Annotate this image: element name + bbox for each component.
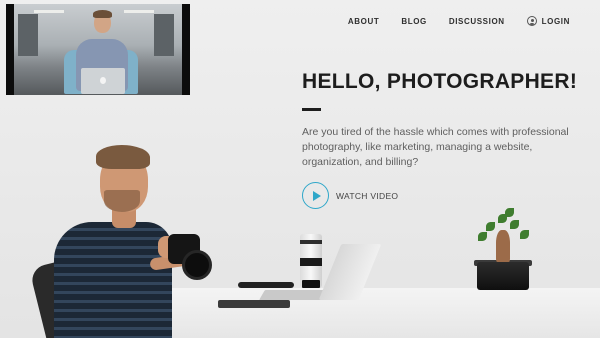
lens-ring xyxy=(300,258,322,266)
nav-blog[interactable]: BLOG xyxy=(401,17,427,26)
hero-section: HELLO, PHOTOGRAPHER! Are you tired of th… xyxy=(302,70,592,209)
ceiling-light xyxy=(34,10,64,13)
leaf xyxy=(505,208,514,217)
lens-cap xyxy=(302,280,320,288)
smartphone xyxy=(218,300,290,308)
leaf xyxy=(510,220,519,229)
ceiling-light xyxy=(124,10,154,13)
video-scene xyxy=(14,4,182,95)
watch-video-label: WATCH VIDEO xyxy=(336,190,399,201)
office-window xyxy=(154,14,174,56)
video-thumbnail[interactable] xyxy=(6,4,190,95)
hero-description: Are you tired of the hassle which comes … xyxy=(302,126,569,168)
leaf xyxy=(478,232,487,241)
bonsai-trunk xyxy=(496,230,510,262)
nav-about[interactable]: ABOUT xyxy=(348,17,379,26)
video-person-hair xyxy=(93,10,112,18)
login-label: LOGIN xyxy=(541,16,570,26)
camera-lens xyxy=(182,250,212,280)
user-icon xyxy=(526,16,537,26)
office-window xyxy=(18,14,38,56)
nav-discussion[interactable]: DISCUSSION xyxy=(449,17,505,26)
watch-video-button[interactable]: WATCH VIDEO xyxy=(302,182,592,209)
main-nav: ABOUT BLOG DISCUSSION LOGIN xyxy=(326,16,570,26)
photographer-body xyxy=(54,222,172,338)
apple-logo-icon xyxy=(100,77,106,84)
play-icon xyxy=(302,182,329,209)
hero-title: HELLO, PHOTOGRAPHER! xyxy=(302,70,578,93)
plant-pot xyxy=(477,262,529,290)
desk xyxy=(170,288,600,338)
login-link[interactable]: LOGIN xyxy=(526,16,570,26)
leaf xyxy=(520,230,529,239)
title-divider xyxy=(302,108,321,111)
photographer-hair xyxy=(96,145,150,169)
leaf xyxy=(486,222,495,231)
lens-ring xyxy=(300,240,322,244)
photographer-beard xyxy=(104,190,140,212)
sunglasses xyxy=(238,282,294,288)
